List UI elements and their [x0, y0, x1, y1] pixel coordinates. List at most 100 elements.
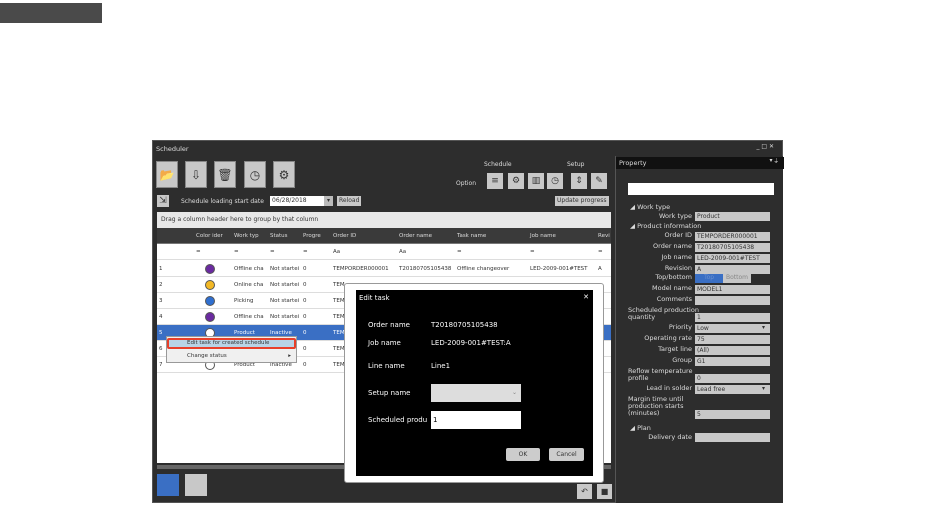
cell: Offline cha [234, 314, 264, 320]
setup-name-label: Setup name [368, 389, 411, 397]
cell: 2 [159, 282, 163, 288]
load-date-input[interactable]: 06/28/2018 ▾ [270, 196, 333, 206]
cell[interactable]: Color ider [194, 228, 232, 244]
context-menu: Edit task for created schedule Change st… [166, 336, 297, 363]
color-dot [205, 296, 215, 306]
cell: = [598, 249, 603, 255]
work-type-value[interactable]: Product [695, 212, 770, 221]
quantity-input[interactable]: 1 [431, 411, 521, 429]
cell: 0 [303, 346, 307, 352]
setup-button[interactable]: ⇕ [571, 173, 587, 189]
cell [173, 293, 194, 309]
save-icon[interactable]: ■ [597, 484, 612, 499]
grid-view-tab[interactable] [157, 474, 179, 496]
setup-name-select[interactable]: ⌄ [431, 384, 521, 402]
property-value[interactable]: G1 [695, 357, 770, 366]
cell[interactable] [157, 228, 173, 244]
color-dot [205, 264, 215, 274]
delete-button[interactable]: 🗑 [214, 161, 236, 188]
open-folder-button[interactable]: 📂 [156, 161, 178, 188]
cell[interactable]: Revi [596, 228, 611, 244]
property-value[interactable]: Low [695, 324, 770, 333]
cell[interactable]: Work typ [232, 228, 268, 244]
clock-button[interactable]: ◷ [547, 173, 563, 189]
cell[interactable] [173, 228, 194, 244]
property-title: Property [616, 157, 784, 169]
cell [173, 244, 194, 260]
gantt-view-tab[interactable] [185, 474, 207, 496]
property-value[interactable]: MODEL1 [695, 285, 770, 294]
property-value[interactable]: 0 [695, 374, 770, 383]
menu-item-edit-task[interactable]: Edit task for created schedule [167, 338, 296, 349]
cell [173, 277, 194, 293]
quantity-label: Scheduled produ [368, 416, 428, 424]
cell[interactable]: Progre [301, 228, 331, 244]
cell: Picking [234, 298, 254, 304]
delivery-date-input[interactable] [695, 433, 770, 442]
property-label: Order ID [664, 231, 692, 239]
cell: LED-2009-001#TEST [530, 266, 588, 272]
cell[interactable]: Order name [397, 228, 455, 244]
section-product-info[interactable]: ◢ Product information [630, 222, 701, 230]
property-value[interactable]: (All) [695, 346, 770, 355]
property-value[interactable] [695, 296, 770, 305]
cell[interactable]: Job name [528, 228, 596, 244]
cell [173, 261, 194, 277]
close-icon[interactable]: ✕ [583, 293, 589, 301]
property-value[interactable]: Lead free [695, 385, 770, 394]
property-value[interactable]: 75 [695, 335, 770, 344]
property-value[interactable]: 5 [695, 410, 770, 419]
cell: Not startei [270, 282, 300, 288]
section-work-type[interactable]: ◢ Work type [630, 203, 670, 211]
property-search-input[interactable] [628, 183, 774, 195]
chart-button[interactable]: ▥ [528, 173, 544, 189]
cell[interactable]: Order ID [331, 228, 397, 244]
change-status-label: Change status [187, 353, 227, 359]
property-label: Target line [658, 345, 692, 353]
property-label: Job name [661, 253, 692, 261]
download-button[interactable]: ⇩ [185, 161, 207, 188]
job-name-value: LED-2009-001#TEST:A [431, 339, 511, 347]
schedule-settings-button[interactable]: ≡ [487, 173, 503, 189]
property-panel: Property ▾ ⍊ ◢ Work type Work type Produ… [615, 156, 784, 503]
gear-icon[interactable]: ⚙ [508, 173, 524, 189]
cell[interactable]: Status [268, 228, 301, 244]
pin-icon[interactable]: ▾ ⍊ [769, 157, 778, 165]
property-value[interactable]: 1 [695, 313, 770, 322]
chevron-down-icon: ▾ [762, 324, 766, 331]
cell[interactable]: Task name [455, 228, 528, 244]
update-progress-button[interactable]: Update progress [555, 196, 609, 206]
chevron-down-icon[interactable]: ▾ [324, 196, 333, 206]
delivery-date-label: Delivery date [648, 433, 692, 441]
import-button[interactable]: ↶ [577, 484, 592, 499]
property-value[interactable]: TEMPORDER000001 [695, 232, 770, 241]
schedule-time-button[interactable]: ◷ [244, 161, 266, 188]
cancel-button[interactable]: Cancel [549, 448, 584, 461]
color-indicator [194, 261, 232, 277]
property-value[interactable]: A [695, 265, 770, 274]
column-header-row[interactable]: Color ider Work typ Status Progre Order ID Or… [157, 228, 611, 244]
setup-edit-button[interactable]: ✎ [591, 173, 607, 189]
property-label: Group [672, 356, 692, 364]
cell [157, 244, 173, 260]
load-date-label: Schedule loading start date [181, 198, 264, 205]
table-row[interactable]: 1 Offline cha Not startei 0 TEMPORDER000001 T… [157, 261, 611, 277]
cell: Aa [333, 249, 341, 255]
top-bar [0, 3, 102, 23]
menu-item-change-status[interactable]: Change status ▸ [167, 351, 296, 362]
property-label: Operating rate [644, 334, 692, 342]
property-value[interactable]: LED-2009-001#TEST [695, 254, 770, 263]
schedule-group-label: Schedule [484, 161, 512, 168]
dialog-title: Edit task [359, 294, 390, 302]
group-by-area[interactable]: Drag a column header here to group by th… [157, 212, 611, 228]
cell: 0 [303, 362, 307, 368]
reload-button[interactable]: Reload [337, 196, 362, 206]
ok-button[interactable]: OK [506, 448, 540, 461]
property-value[interactable]: T20180705105438 [695, 243, 770, 252]
export-button[interactable]: ⇲ [157, 195, 169, 207]
window-controls[interactable]: _ □ ✕ [756, 143, 774, 150]
folder-settings-button[interactable]: ⚙ [273, 161, 295, 188]
section-plan[interactable]: ◢ Plan [630, 424, 651, 432]
filter-row[interactable]: = = = = Aa Aa = = = [157, 244, 611, 260]
cell: 0 [303, 282, 307, 288]
